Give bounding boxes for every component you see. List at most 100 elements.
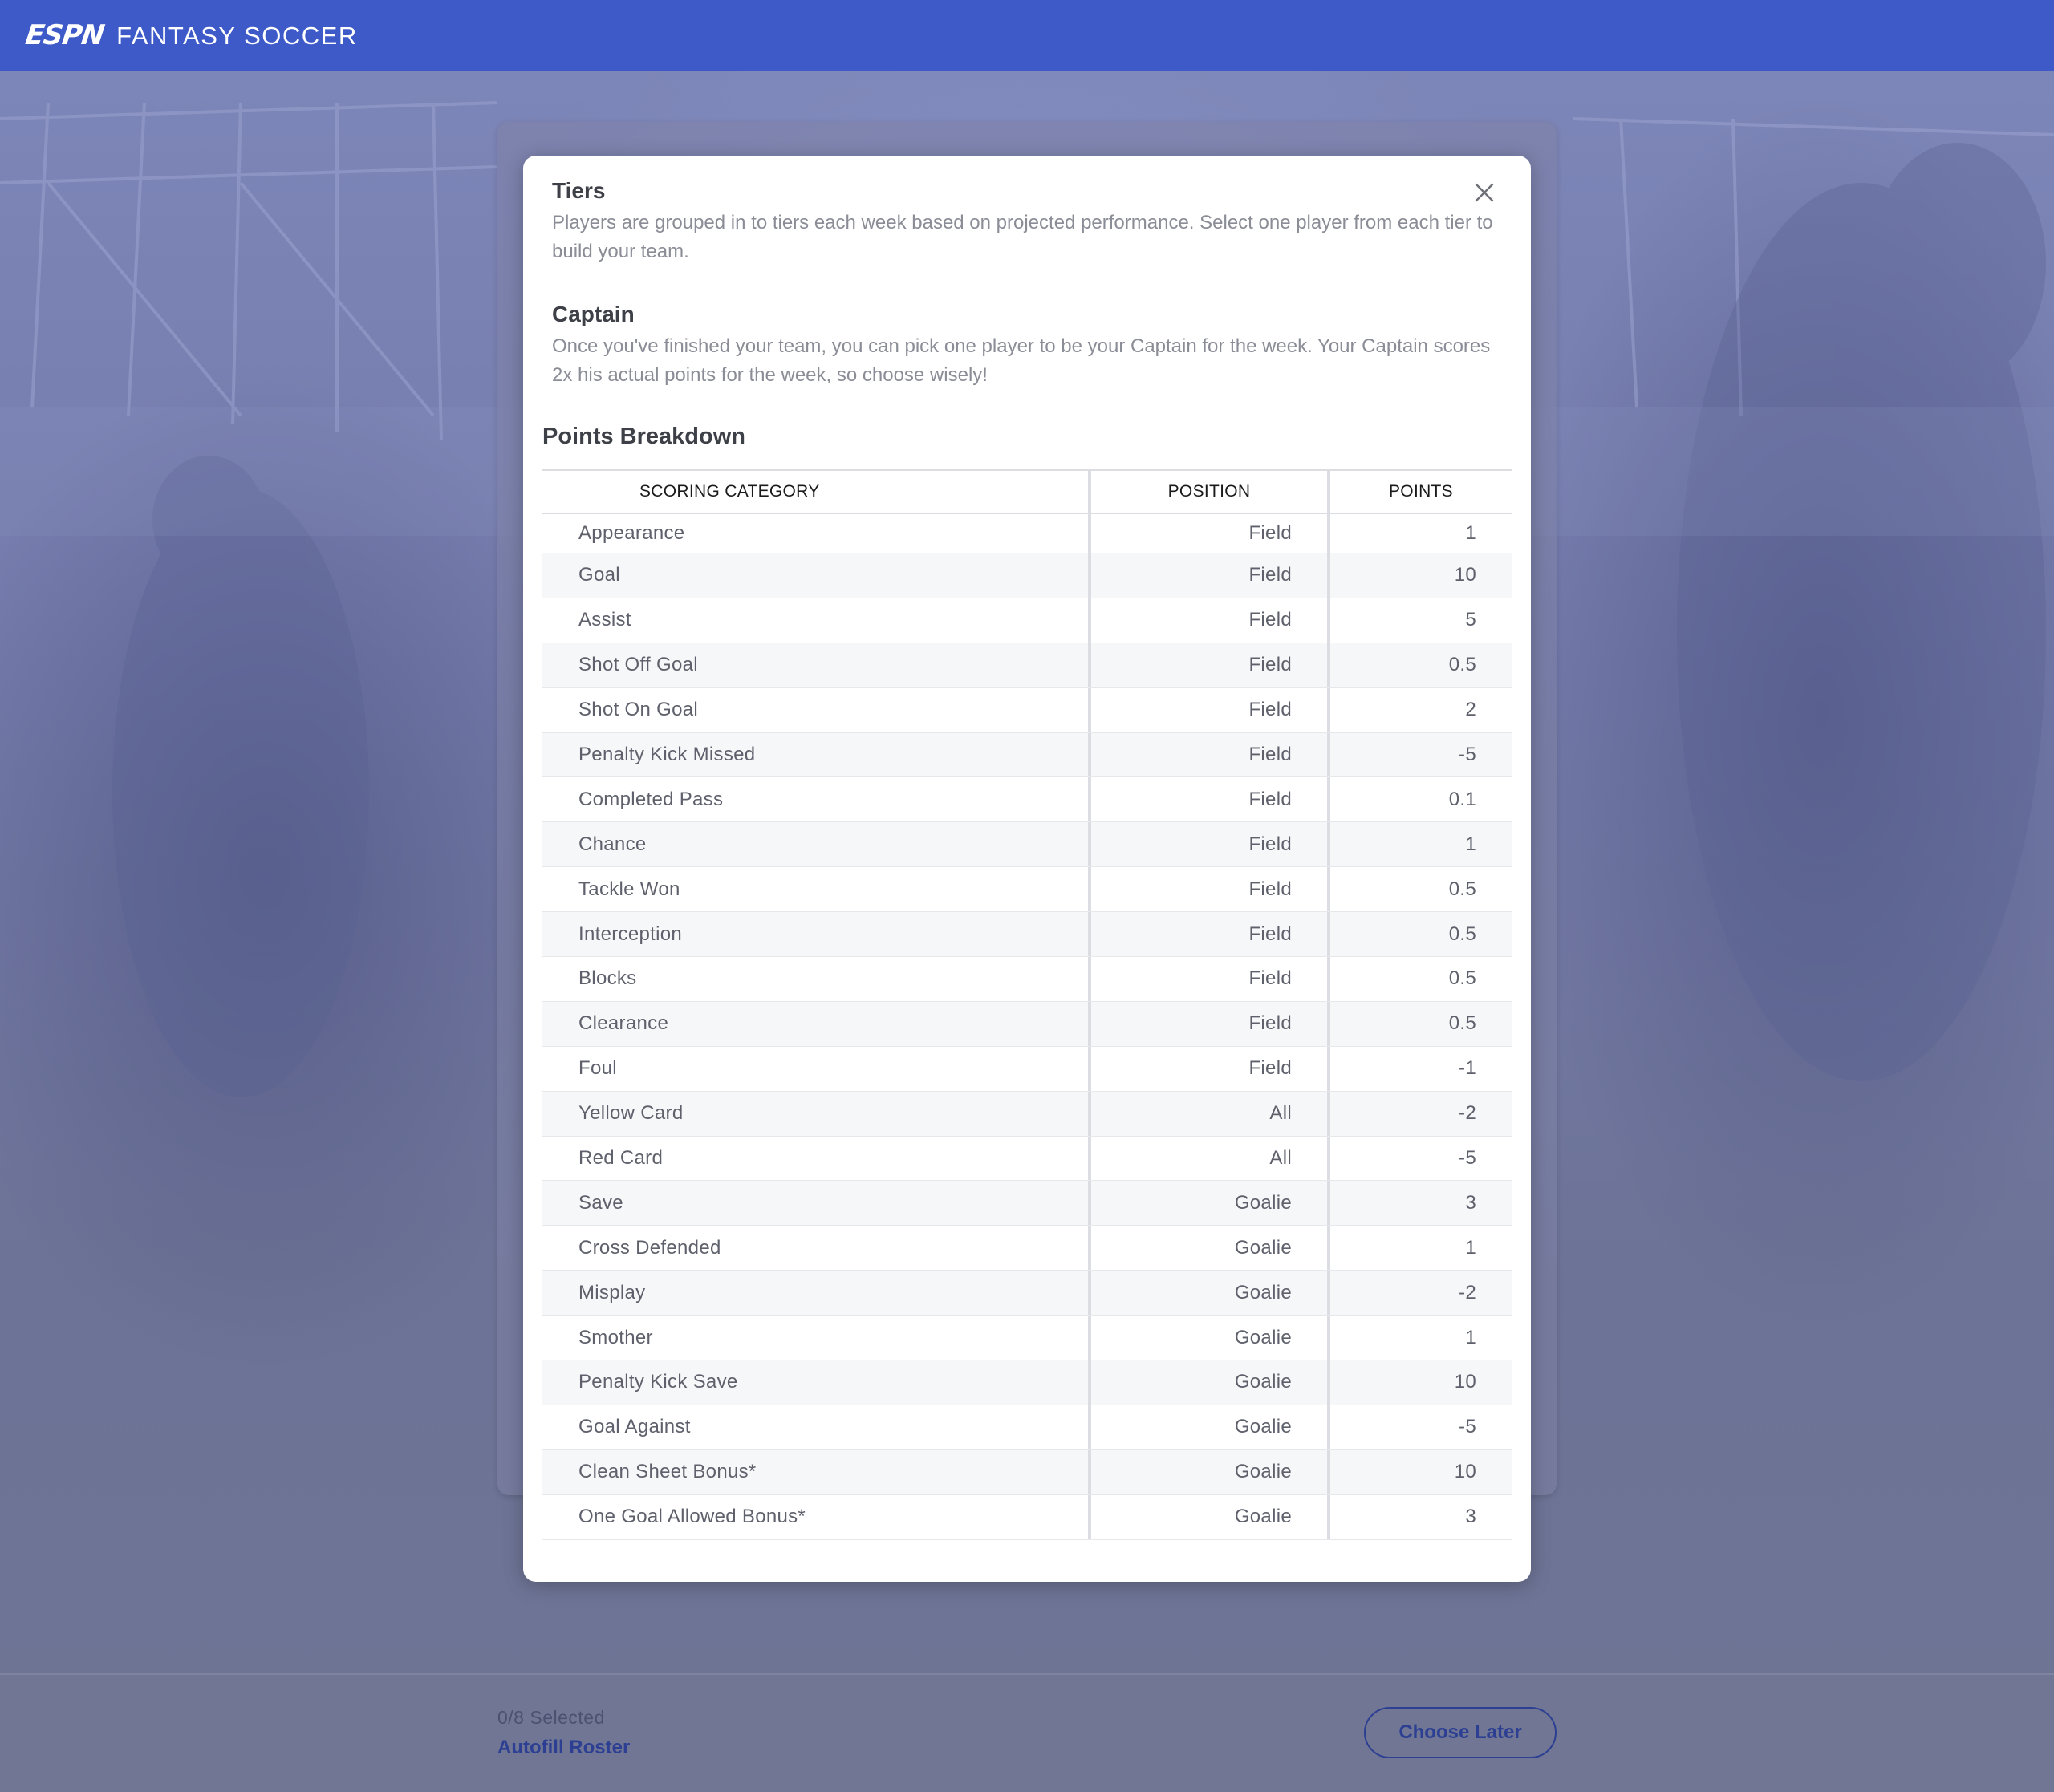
cell-category: Completed Pass bbox=[578, 788, 724, 810]
table-row: One Goal Allowed Bonus* Goalie 3 bbox=[542, 1494, 1512, 1540]
header-position: POSITION bbox=[1088, 471, 1327, 513]
header-scoring-category: SCORING CATEGORY bbox=[639, 482, 820, 501]
cell-position: Goalie bbox=[1088, 1181, 1327, 1226]
cell-position: Goalie bbox=[1088, 1494, 1327, 1539]
cell-points: 0.1 bbox=[1327, 777, 1512, 822]
cell-points: 10 bbox=[1327, 553, 1512, 598]
table-row: Shot Off Goal Field 0.5 bbox=[542, 643, 1512, 688]
cell-category: Shot On Goal bbox=[578, 699, 699, 721]
cell-position: Field bbox=[1088, 687, 1327, 732]
cell-position: All bbox=[1088, 1136, 1327, 1181]
cell-category: Cross Defended bbox=[578, 1236, 721, 1259]
cell-category: Penalty Kick Missed bbox=[578, 744, 756, 765]
cell-category: Blocks bbox=[578, 967, 637, 990]
cell-points: 10 bbox=[1327, 1360, 1512, 1405]
header-points: POINTS bbox=[1327, 471, 1512, 513]
cell-points: 1 bbox=[1327, 1316, 1512, 1360]
cell-position: Field bbox=[1088, 514, 1327, 553]
cell-points: -2 bbox=[1327, 1271, 1512, 1316]
cell-points: 0.5 bbox=[1327, 1001, 1512, 1046]
cell-points: 0.5 bbox=[1327, 867, 1512, 912]
table-row: Interception Field 0.5 bbox=[542, 912, 1512, 958]
cell-category: Save bbox=[578, 1191, 623, 1214]
cell-points: 0.5 bbox=[1327, 912, 1512, 957]
cell-points: 2 bbox=[1327, 687, 1512, 732]
table-row: Goal Against Goalie -5 bbox=[542, 1405, 1512, 1450]
cell-category: Goal bbox=[578, 564, 620, 586]
table-row: Save Goalie 3 bbox=[542, 1181, 1512, 1226]
cell-points: -5 bbox=[1327, 1136, 1512, 1181]
cell-category: One Goal Allowed Bonus* bbox=[578, 1506, 806, 1528]
cell-position: Goalie bbox=[1088, 1226, 1327, 1271]
table-row: Clearance Field 0.5 bbox=[542, 1001, 1512, 1047]
cell-position: Field bbox=[1088, 867, 1327, 912]
points-breakdown-title: Points Breakdown bbox=[542, 424, 745, 449]
cell-category: Appearance bbox=[578, 522, 685, 544]
cell-points: 10 bbox=[1327, 1449, 1512, 1494]
cell-points: -1 bbox=[1327, 1046, 1512, 1091]
cell-category: Smother bbox=[578, 1326, 653, 1348]
cell-points: 1 bbox=[1327, 822, 1512, 867]
cell-category: Assist bbox=[578, 609, 631, 631]
espn-logo[interactable]: ESPN bbox=[23, 19, 106, 51]
tiers-title: Tiers bbox=[552, 178, 606, 203]
cell-category: Red Card bbox=[578, 1147, 664, 1170]
table-row: Completed Pass Field 0.1 bbox=[542, 777, 1512, 823]
cell-category: Shot Off Goal bbox=[578, 654, 698, 676]
selected-count: 0/8 Selected bbox=[497, 1707, 605, 1728]
table-row: Yellow Card All -2 bbox=[542, 1091, 1512, 1137]
cell-category: Yellow Card bbox=[578, 1102, 684, 1125]
cell-points: 3 bbox=[1327, 1181, 1512, 1226]
table-row: Misplay Goalie -2 bbox=[542, 1271, 1512, 1316]
table-row: Penalty Kick Save Goalie 10 bbox=[542, 1360, 1512, 1405]
table-row: Goal Field 10 bbox=[542, 553, 1512, 598]
table-row: Appearance Field 1 bbox=[542, 514, 1512, 553]
cell-category: Clearance bbox=[578, 1012, 669, 1035]
cell-category: Interception bbox=[578, 922, 683, 945]
cell-position: Goalie bbox=[1088, 1449, 1327, 1494]
cell-position: Field bbox=[1088, 777, 1327, 822]
cell-points: -5 bbox=[1327, 732, 1512, 777]
cell-category: Goal Against bbox=[578, 1416, 691, 1438]
points-table: SCORING CATEGORY POSITION POINTS Appeara… bbox=[542, 469, 1512, 1540]
cell-category: Clean Sheet Bonus* bbox=[578, 1461, 757, 1483]
close-icon bbox=[1475, 183, 1494, 202]
cell-position: Field bbox=[1088, 912, 1327, 957]
table-row: Foul Field -1 bbox=[542, 1046, 1512, 1092]
cell-position: Goalie bbox=[1088, 1316, 1327, 1360]
table-body: Appearance Field 1 Goal Field 10 Assist Field… bbox=[542, 514, 1512, 1540]
cell-points: -2 bbox=[1327, 1091, 1512, 1136]
cell-category: Foul bbox=[578, 1057, 617, 1080]
table-row: Cross Defended Goalie 1 bbox=[542, 1226, 1512, 1271]
scoring-info-modal: Tiers Players are grouped in to tiers ea… bbox=[523, 156, 1531, 1582]
cell-points: 0.5 bbox=[1327, 643, 1512, 687]
autofill-roster-link[interactable]: Autofill Roster bbox=[497, 1737, 630, 1759]
cell-position: Field bbox=[1088, 822, 1327, 867]
app-header: ESPN FANTASY SOCCER bbox=[0, 0, 2054, 71]
close-button[interactable] bbox=[1468, 176, 1500, 209]
cell-position: Field bbox=[1088, 957, 1327, 1001]
cell-position: Goalie bbox=[1088, 1405, 1327, 1449]
bottom-bar bbox=[0, 1673, 2054, 1792]
cell-points: -5 bbox=[1327, 1405, 1512, 1449]
cell-position: All bbox=[1088, 1091, 1327, 1136]
cell-position: Field bbox=[1088, 643, 1327, 687]
cell-position: Field bbox=[1088, 732, 1327, 777]
choose-later-button[interactable]: Choose Later bbox=[1364, 1707, 1557, 1758]
cell-position: Field bbox=[1088, 1001, 1327, 1046]
cell-category: Tackle Won bbox=[578, 878, 680, 900]
table-row: Red Card All -5 bbox=[542, 1136, 1512, 1182]
cell-points: 3 bbox=[1327, 1494, 1512, 1539]
app-title[interactable]: FANTASY SOCCER bbox=[116, 23, 358, 48]
cell-points: 0.5 bbox=[1327, 957, 1512, 1001]
table-row: Assist Field 5 bbox=[542, 598, 1512, 643]
cell-points: 1 bbox=[1327, 1226, 1512, 1271]
cell-category: Penalty Kick Save bbox=[578, 1371, 738, 1393]
cell-position: Field bbox=[1088, 553, 1327, 598]
table-row: Shot On Goal Field 2 bbox=[542, 687, 1512, 733]
tiers-description: Players are grouped in to tiers each wee… bbox=[552, 212, 1493, 262]
cell-category: Misplay bbox=[578, 1281, 646, 1303]
table-row: Penalty Kick Missed Field -5 bbox=[542, 732, 1512, 778]
cell-points: 1 bbox=[1327, 514, 1512, 553]
cell-position: Field bbox=[1088, 598, 1327, 643]
